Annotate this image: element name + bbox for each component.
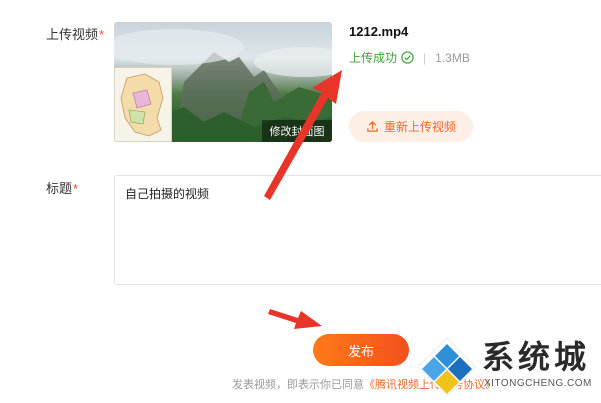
status-text: 上传成功 — [349, 51, 398, 65]
arrow-to-publish — [268, 309, 322, 329]
watermark: 系统城 XITONGCHENG.COM — [412, 330, 601, 403]
upload-icon — [367, 120, 378, 132]
video-thumbnail[interactable]: 修改封面图 — [114, 22, 332, 142]
upload-video-label: 上传视频* — [46, 27, 105, 42]
title-input[interactable]: 自己拍摄的视频 — [114, 175, 601, 285]
watermark-sub: XITONGCHENG.COM — [484, 378, 592, 389]
title-label: 标题* — [46, 181, 79, 196]
publish-button[interactable]: 发布 — [313, 334, 409, 366]
watermark-logo-icon — [417, 337, 477, 397]
reupload-button[interactable]: 重新上传视频 — [349, 111, 473, 142]
map-inset — [114, 67, 172, 142]
edit-cover-button[interactable]: 修改封面图 — [262, 120, 332, 142]
upload-status: 上传成功 | 1.3MB — [349, 49, 470, 66]
file-name: 1212.mp4 — [349, 24, 409, 39]
separator: | — [423, 50, 427, 65]
watermark-text: 系统城 — [482, 339, 591, 375]
file-size: 1.3MB — [435, 50, 470, 65]
check-circle-icon — [401, 51, 414, 64]
